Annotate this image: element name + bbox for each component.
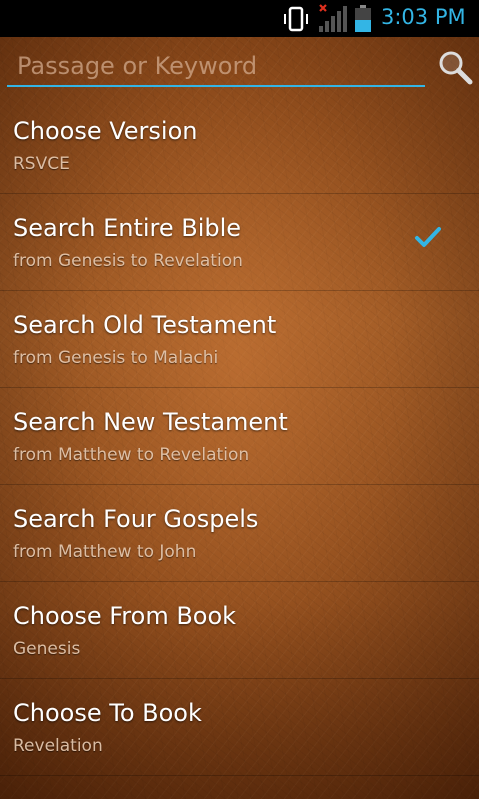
list-item-subtitle: RSVCE — [13, 154, 70, 174]
search-options-list: Choose Version RSVCE Search Entire Bible… — [0, 97, 479, 776]
checkmark-icon — [414, 226, 442, 250]
search-bar — [0, 37, 479, 95]
list-item-search-four-gospels[interactable]: Search Four Gospels from Matthew to John — [0, 485, 479, 582]
list-item-title: Choose From Book — [13, 602, 237, 630]
list-item-subtitle: Genesis — [13, 639, 81, 659]
list-item-search-entire-bible[interactable]: Search Entire Bible from Genesis to Reve… — [0, 194, 479, 291]
clock: 3:03 PM — [381, 5, 466, 29]
list-item-title: Search Four Gospels — [13, 505, 259, 533]
list-item-subtitle: Revelation — [13, 736, 103, 756]
vibrate-icon — [282, 6, 310, 36]
list-item-title: Choose Version — [13, 117, 198, 145]
list-item-search-old-testament[interactable]: Search Old Testament from Genesis to Mal… — [0, 291, 479, 388]
list-item-subtitle: from Matthew to John — [13, 542, 197, 562]
list-item-title: Search New Testament — [13, 408, 288, 436]
search-input[interactable] — [7, 47, 425, 87]
list-item-title: Search Old Testament — [13, 311, 277, 339]
list-item-search-new-testament[interactable]: Search New Testament from Matthew to Rev… — [0, 388, 479, 485]
no-signal-icon — [318, 4, 348, 38]
status-bar: 3:03 PM — [0, 0, 479, 37]
list-item-subtitle: from Genesis to Revelation — [13, 251, 243, 271]
list-item-choose-to-book[interactable]: Choose To Book Revelation — [0, 679, 479, 776]
search-icon[interactable] — [437, 49, 473, 85]
list-item-choose-from-book[interactable]: Choose From Book Genesis — [0, 582, 479, 679]
list-item-title: Choose To Book — [13, 699, 202, 727]
list-item-subtitle: from Genesis to Malachi — [13, 348, 219, 368]
list-item-title: Search Entire Bible — [13, 214, 242, 242]
list-item-subtitle: from Matthew to Revelation — [13, 445, 250, 465]
list-item-choose-version[interactable]: Choose Version RSVCE — [0, 97, 479, 194]
battery-icon — [354, 5, 372, 37]
